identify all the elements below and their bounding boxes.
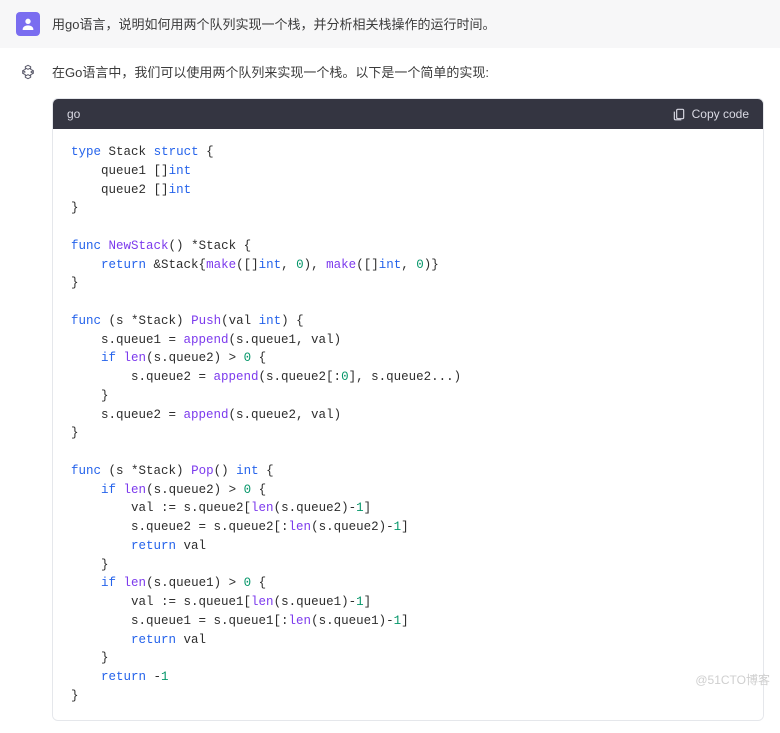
assistant-message-text: 在Go语言中，我们可以使用两个队列来实现一个栈。以下是一个简单的实现: — [52, 60, 764, 84]
code-block: go Copy code type Stack struct { queue1 … — [52, 98, 764, 721]
assistant-message-row: 在Go语言中，我们可以使用两个队列来实现一个栈。以下是一个简单的实现: go C… — [0, 48, 780, 733]
code-lang-label: go — [67, 107, 80, 121]
code-content[interactable]: type Stack struct { queue1 []int queue2 … — [53, 129, 763, 720]
assistant-avatar — [16, 60, 40, 84]
user-avatar — [16, 12, 40, 36]
person-icon — [20, 16, 36, 32]
watermark: @51CTO博客 — [695, 671, 770, 688]
user-message-text: 用go语言，说明如何用两个队列实现一个栈，并分析相关栈操作的运行时间。 — [52, 12, 495, 36]
assistant-body: 在Go语言中，我们可以使用两个队列来实现一个栈。以下是一个简单的实现: go C… — [52, 60, 764, 721]
openai-icon — [20, 64, 36, 80]
copy-code-label: Copy code — [692, 107, 749, 121]
code-header: go Copy code — [53, 99, 763, 129]
user-message-row: 用go语言，说明如何用两个队列实现一个栈，并分析相关栈操作的运行时间。 — [0, 0, 780, 48]
clipboard-icon — [672, 107, 686, 121]
copy-code-button[interactable]: Copy code — [672, 107, 749, 121]
